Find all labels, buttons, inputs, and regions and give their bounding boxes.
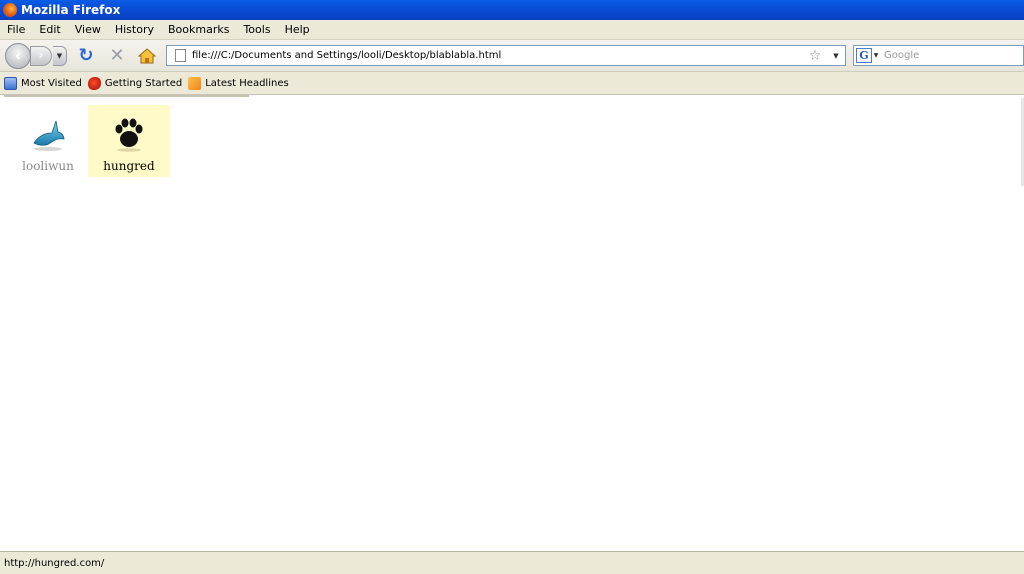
menu-help[interactable]: Help [278, 23, 317, 36]
menu-view[interactable]: View [68, 23, 108, 36]
home-button[interactable] [137, 47, 157, 65]
bookmark-label: Most Visited [21, 77, 82, 89]
reload-button[interactable]: ↻ [77, 47, 95, 65]
dolphin-icon [33, 120, 65, 151]
paw-print-icon [115, 118, 143, 152]
search-input[interactable] [884, 50, 1023, 61]
search-bar[interactable]: G ▼ [853, 45, 1024, 66]
engine-dropdown-icon[interactable]: ▼ [872, 52, 880, 59]
status-text: http://hungred.com/ [4, 557, 105, 569]
menu-edit[interactable]: Edit [32, 23, 67, 36]
menu-bookmarks[interactable]: Bookmarks [161, 23, 236, 36]
stop-button[interactable]: ✕ [108, 47, 126, 65]
bookmark-getting-started[interactable]: Getting Started [87, 76, 183, 90]
back-button[interactable]: ‹ [5, 43, 31, 69]
tile-label: hungred [103, 159, 155, 173]
firefox-start-icon [87, 76, 101, 90]
status-bar: http://hungred.com/ [0, 551, 1024, 574]
bookmark-label: Latest Headlines [205, 77, 289, 89]
rss-feed-icon [188, 76, 202, 90]
back-icon: ‹ [14, 46, 22, 65]
address-bar[interactable]: ☆ ▼ [166, 45, 846, 66]
bookmark-most-visited[interactable]: Most Visited [4, 76, 82, 90]
google-engine-icon[interactable]: G [856, 48, 872, 63]
url-history-dropdown[interactable]: ▼ [831, 52, 841, 60]
reload-icon: ↻ [78, 45, 94, 66]
tile-looliwun[interactable]: looliwun [7, 105, 89, 177]
tile-hungred[interactable]: hungred [88, 105, 170, 177]
bookmark-label: Getting Started [104, 77, 183, 89]
window-title: Mozilla Firefox [21, 3, 121, 17]
window-title-bar[interactable]: Mozilla Firefox [0, 0, 1024, 20]
menu-history[interactable]: History [108, 23, 161, 36]
menu-bar: File Edit View History Bookmarks Tools H… [0, 20, 1024, 40]
navigation-toolbar: › ▼ ‹ ↻ ✕ ☆ ▼ G ▼ [0, 40, 1024, 72]
firefox-logo-icon [3, 3, 17, 17]
bookmarks-toolbar: Most Visited Getting Started Latest Head… [0, 72, 1024, 95]
most-visited-icon [4, 76, 17, 90]
tile-label: looliwun [22, 159, 74, 173]
url-input[interactable] [192, 50, 807, 61]
forward-button[interactable]: › [30, 46, 52, 66]
page-content: looliwun hungred [0, 98, 1024, 550]
bookmark-star-icon[interactable]: ☆ [807, 48, 823, 64]
chevron-down-icon: ▼ [56, 52, 63, 60]
bookmark-latest-headlines[interactable]: Latest Headlines [188, 76, 289, 90]
forward-icon: › [38, 48, 44, 62]
stop-icon: ✕ [109, 45, 125, 66]
menu-file[interactable]: File [0, 23, 32, 36]
menu-tools[interactable]: Tools [236, 23, 277, 36]
home-icon [137, 48, 157, 64]
history-dropdown-button[interactable]: ▼ [53, 46, 67, 66]
active-tab-indicator [4, 95, 249, 97]
page-icon [175, 49, 186, 62]
